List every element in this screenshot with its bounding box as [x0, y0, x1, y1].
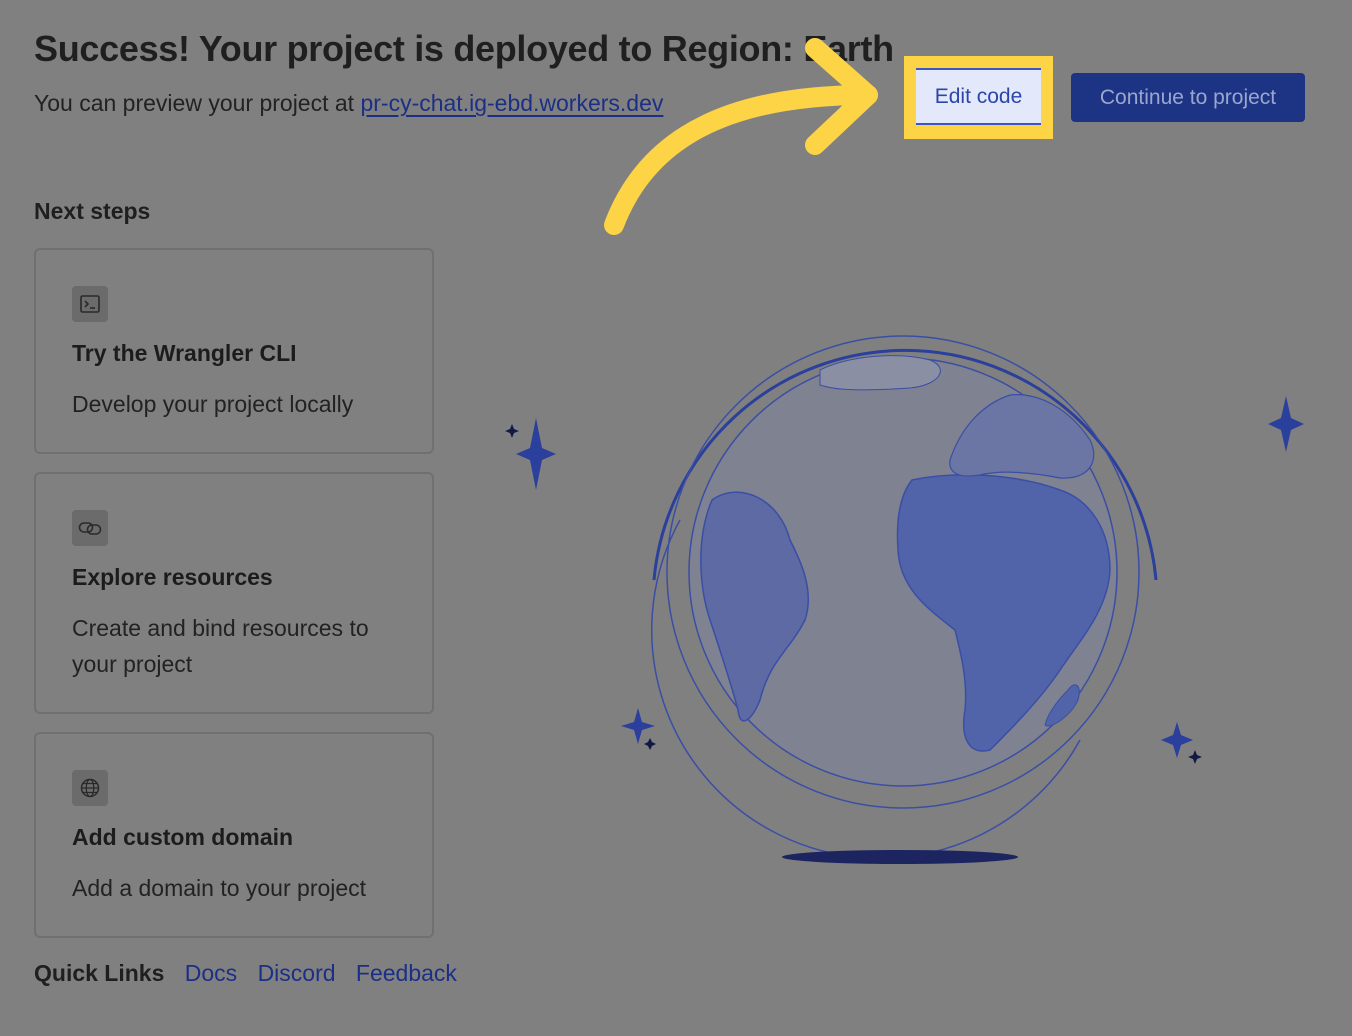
- sparkle-icon: [1161, 722, 1193, 758]
- sparkle-icon: [1188, 750, 1202, 764]
- sparkle-icon: [1268, 396, 1304, 452]
- sparkle-icon: [516, 418, 556, 490]
- earth-illustration: [505, 335, 1304, 864]
- sparkle-icon: [644, 738, 656, 750]
- sparkle-icon: [505, 424, 519, 438]
